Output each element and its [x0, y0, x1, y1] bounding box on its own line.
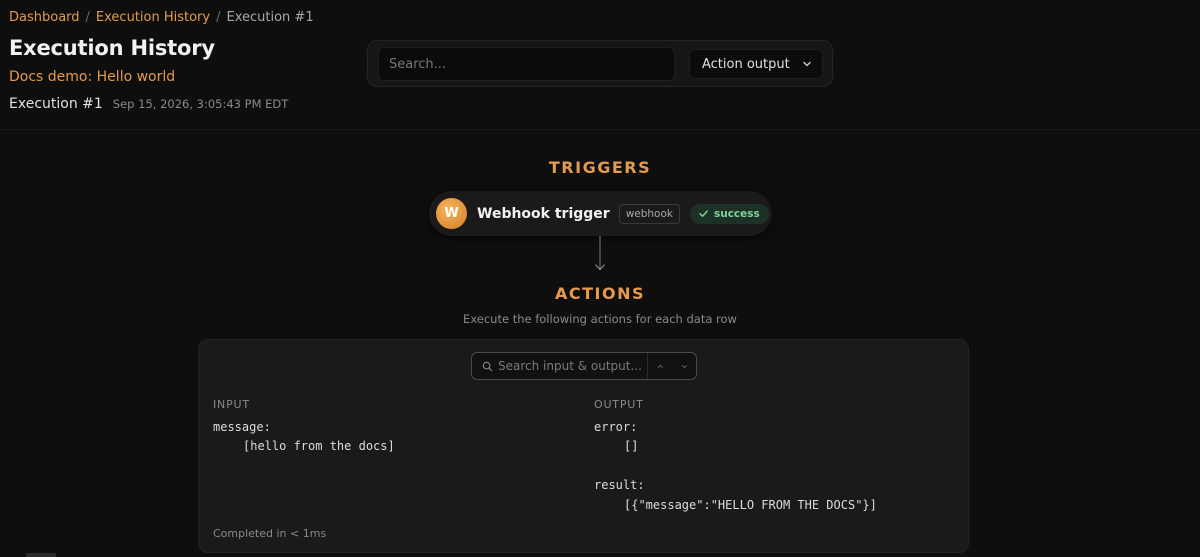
actions-heading: ACTIONS	[554, 284, 645, 303]
breadcrumb-separator: /	[85, 10, 90, 25]
bottom-edge-element	[26, 553, 56, 557]
input-value: [hello from the docs]	[243, 439, 395, 453]
breadcrumb-current: Execution #1	[226, 10, 314, 25]
view-select[interactable]: Action output	[689, 49, 823, 79]
actions-subtitle: Execute the following actions for each d…	[463, 312, 737, 326]
output-label: OUTPUT	[594, 398, 644, 411]
output-result-key: result:	[594, 478, 645, 492]
output-error-value: []	[624, 439, 639, 453]
arrow-down-icon	[595, 236, 605, 271]
execution-name: Execution #1	[9, 96, 103, 112]
header-divider	[0, 129, 1200, 130]
breadcrumb-execution-history[interactable]: Execution History	[96, 10, 210, 25]
filter-bar: Action output	[367, 40, 833, 87]
trigger-type-tag: webhook	[618, 203, 680, 224]
chevron-down-icon	[681, 364, 687, 368]
triggers-heading: TRIGGERS	[548, 158, 652, 177]
trigger-avatar: W	[436, 198, 467, 229]
breadcrumb-separator: /	[216, 10, 221, 25]
page-title: Execution History	[9, 36, 215, 60]
trigger-item-webhook[interactable]: W Webhook trigger webhook success	[429, 191, 772, 236]
page: Dashboard / Execution History / Executio…	[0, 0, 1200, 557]
input-key: message:	[213, 420, 271, 434]
view-select-value: Action output	[702, 56, 790, 72]
status-badge: success	[689, 203, 769, 224]
completed-time: Completed in < 1ms	[213, 527, 327, 540]
io-search	[471, 352, 697, 380]
chevron-down-icon	[803, 61, 811, 67]
breadcrumb: Dashboard / Execution History / Executio…	[9, 10, 314, 25]
io-search-input[interactable]	[498, 359, 648, 373]
breadcrumb-dashboard[interactable]: Dashboard	[9, 10, 80, 25]
output-error-key: error:	[594, 420, 638, 434]
execution-info: Execution #1 Sep 15, 2026, 3:05:43 PM ED…	[9, 96, 288, 112]
io-search-nav	[647, 353, 696, 379]
action-card: INPUT OUTPUT message: [hello from the do…	[198, 339, 969, 553]
next-match-button[interactable]	[672, 353, 696, 379]
workflow-link[interactable]: Docs demo: Hello world	[9, 69, 175, 85]
trigger-name: Webhook trigger	[477, 205, 610, 222]
search-icon	[482, 361, 493, 371]
execution-date: Sep 15, 2026, 3:05:43 PM EDT	[112, 97, 289, 111]
input-label: INPUT	[213, 398, 250, 411]
check-icon	[699, 210, 708, 217]
chevron-up-icon	[657, 364, 663, 368]
prev-match-button[interactable]	[648, 353, 672, 379]
output-result-value: [{"message":"HELLO FROM THE DOCS"}]	[624, 498, 877, 512]
search-input[interactable]	[378, 47, 675, 81]
status-text: success	[713, 207, 760, 220]
